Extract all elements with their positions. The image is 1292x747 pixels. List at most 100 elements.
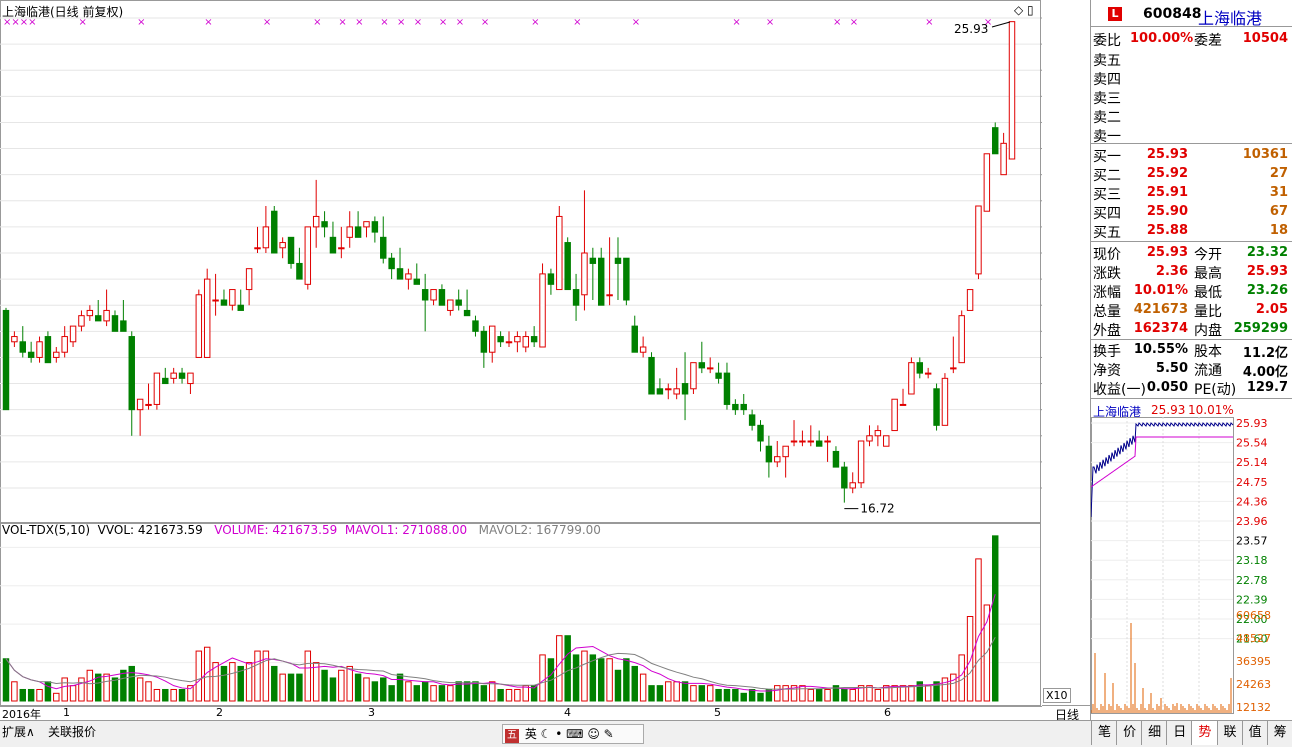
candle-body xyxy=(497,336,504,343)
candle-body xyxy=(774,456,781,463)
signal-marker-icon: × xyxy=(397,17,405,28)
candle-body xyxy=(799,440,806,443)
candle-body xyxy=(597,257,605,306)
fund-value: 0.050 xyxy=(1146,380,1188,395)
candle-body xyxy=(983,153,991,212)
tab-0[interactable]: 笔 xyxy=(1091,721,1117,745)
signal-marker-icon: × xyxy=(355,17,363,28)
volume-bar xyxy=(941,677,949,702)
volume-bar xyxy=(681,681,689,702)
volume-bar xyxy=(329,677,337,702)
quote-label: 今开 xyxy=(1194,247,1222,263)
period-label[interactable]: 日线 xyxy=(1042,705,1092,722)
volume-bar xyxy=(757,692,764,702)
signal-marker-icon: × xyxy=(137,17,145,28)
candle-body xyxy=(665,388,672,391)
volume-bar xyxy=(380,677,387,702)
intraday-mini-chart[interactable]: 25.93 25.54 25.14 24.75 24.36 23.96 23.57 23.18… xyxy=(1091,417,1292,715)
volume-bar xyxy=(463,681,471,702)
candle-body xyxy=(966,289,974,311)
wrench-icon[interactable]: ✎ xyxy=(604,727,614,741)
candle-body xyxy=(254,247,261,250)
tab-related-quotes[interactable]: 关联报价 xyxy=(48,721,96,743)
candle-body xyxy=(128,336,135,411)
volume-bar xyxy=(740,692,747,702)
volume-bar xyxy=(447,685,454,702)
person-icon[interactable]: ☺ xyxy=(587,727,600,741)
date-tick-label: 6 xyxy=(884,706,891,719)
quote-value: 162374 xyxy=(1133,321,1188,336)
volume-bar xyxy=(36,688,43,702)
ask-level-label: 卖四 xyxy=(1093,72,1121,88)
volume-bar xyxy=(556,635,563,702)
fund-label: 流通 xyxy=(1194,363,1222,379)
ime-lang[interactable]: 英 xyxy=(525,727,537,741)
candle-body xyxy=(321,221,328,228)
candle-body xyxy=(1008,21,1016,160)
volume-bar xyxy=(187,685,194,702)
mini-price-label: 22.39 xyxy=(1236,593,1268,606)
mini-price-label: 24.36 xyxy=(1236,495,1268,508)
volume-bar xyxy=(597,658,605,702)
kline-chart-area[interactable]: 26.0025.5025.0024.5024.0023.5023.0022.50… xyxy=(0,0,1088,706)
ask-level-label: 卖三 xyxy=(1093,91,1121,107)
ask-level-label: 卖五 xyxy=(1093,53,1121,69)
candle-body xyxy=(44,336,52,364)
candle-body xyxy=(170,372,177,379)
candle-body xyxy=(229,289,236,306)
kline-chart[interactable]: 26.0025.5025.0024.5024.0023.5023.0022.50… xyxy=(0,0,1088,706)
volume-bar xyxy=(489,681,496,702)
volume-bar xyxy=(338,669,345,702)
candle-body xyxy=(489,325,496,353)
bid-volume: 31 xyxy=(1269,185,1288,200)
volume-bar xyxy=(354,673,362,702)
candle-body xyxy=(245,268,253,291)
volume-bar xyxy=(505,688,513,702)
tab-extend[interactable]: 扩展∧ xyxy=(2,721,35,743)
candle-body xyxy=(78,315,85,327)
dot-icon[interactable]: • xyxy=(555,727,562,741)
tab-7[interactable]: 筹 xyxy=(1266,721,1292,745)
candle-body xyxy=(329,236,337,254)
candle-body xyxy=(203,278,211,358)
candle-body xyxy=(648,356,655,395)
bid-level-label: 买一 xyxy=(1093,149,1121,165)
candle-body xyxy=(790,440,798,443)
candle-body xyxy=(857,440,865,484)
tab-1[interactable]: 价 xyxy=(1116,721,1143,745)
candle-body xyxy=(866,435,873,442)
tab-2[interactable]: 细 xyxy=(1141,721,1168,745)
volume-bar xyxy=(480,685,488,702)
low-price-label: 16.72 xyxy=(860,502,894,516)
quote-value: 25.93 xyxy=(1146,245,1188,260)
volume-bar xyxy=(53,692,60,702)
tab-6[interactable]: 值 xyxy=(1241,721,1268,745)
candle-body xyxy=(765,445,773,463)
keyboard-icon[interactable]: ⌨ xyxy=(566,727,583,741)
volume-bar xyxy=(271,665,278,702)
candle-body xyxy=(178,372,186,379)
window-icon[interactable]: ▯ xyxy=(1027,3,1034,17)
volume-bar xyxy=(111,677,119,702)
volume-unit-label: X10 xyxy=(1043,688,1071,703)
ime-toolbar[interactable]: 五 英 ☾ • ⌨ ☺ ✎ xyxy=(502,724,644,744)
candle-body xyxy=(748,414,756,426)
tab-5[interactable]: 联 xyxy=(1216,721,1243,745)
tab-3[interactable]: 日 xyxy=(1166,721,1193,745)
quote-label: 最高 xyxy=(1194,266,1222,282)
volume-bar xyxy=(950,673,957,702)
candle-body xyxy=(723,372,731,405)
mini-chart-price: 25.93 xyxy=(1151,403,1186,417)
moon-icon[interactable]: ☾ xyxy=(541,727,552,741)
committee-diff-value: 10504 xyxy=(1242,31,1288,46)
candle-body xyxy=(732,403,739,411)
candle-body xyxy=(908,362,915,395)
candle-body xyxy=(145,403,152,406)
mini-price-label: 23.57 xyxy=(1236,535,1268,548)
volume-bar xyxy=(539,654,546,702)
candle-body xyxy=(405,273,412,280)
tab-4[interactable]: 势 xyxy=(1191,721,1218,745)
volume-bar xyxy=(371,681,379,702)
volume-bar xyxy=(296,673,303,702)
diamond-icon[interactable]: ◇ xyxy=(1014,3,1023,17)
